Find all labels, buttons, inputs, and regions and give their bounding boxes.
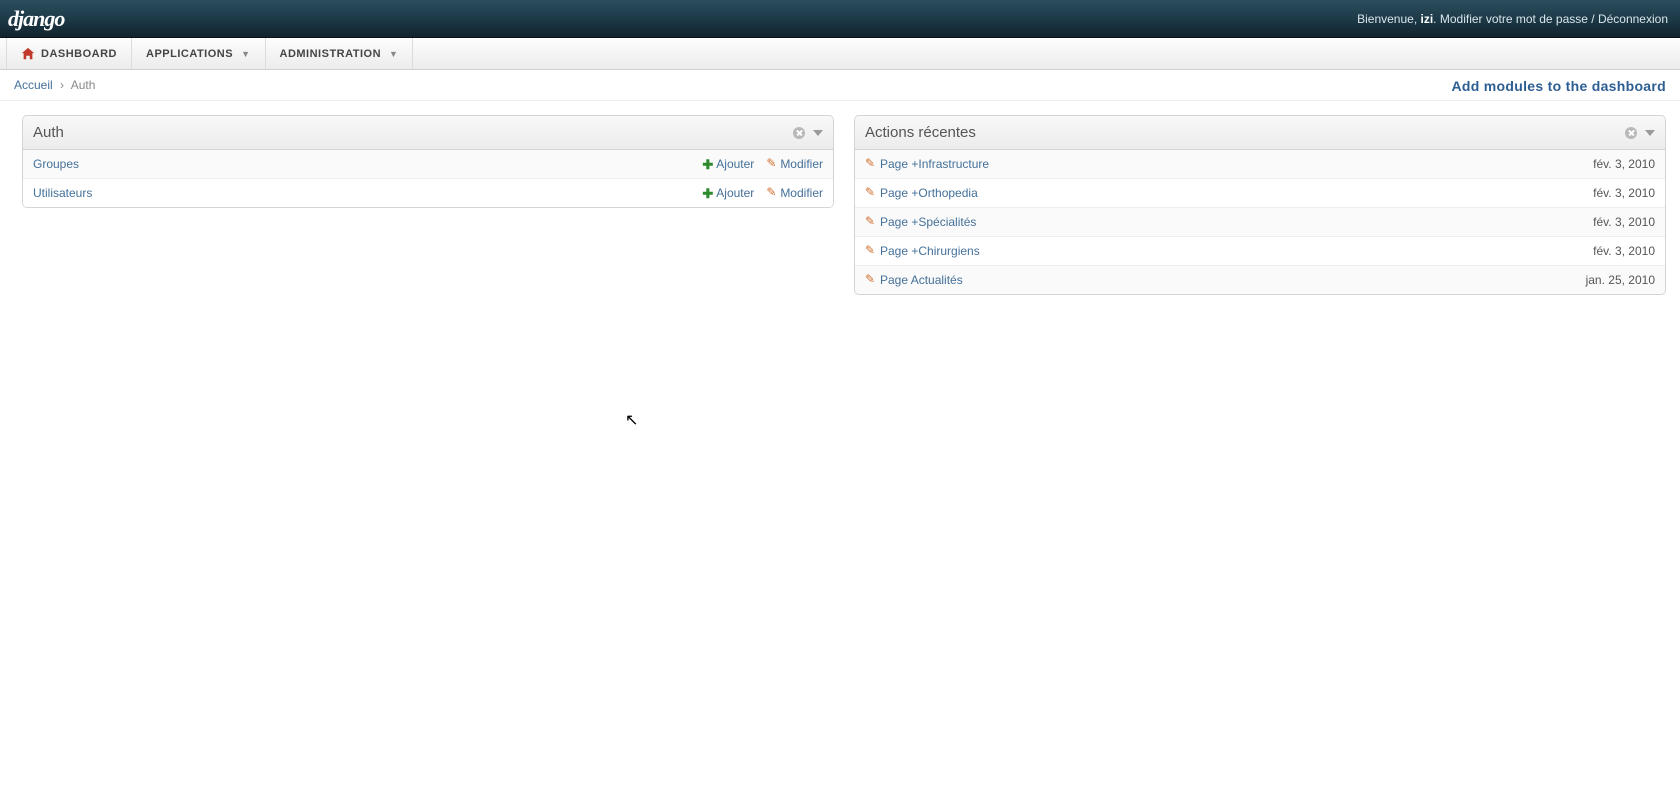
recent-item-link[interactable]: Page +Chirurgiens [880,244,980,258]
menu-applications-label: APPLICATIONS [146,48,233,60]
collapse-icon[interactable] [813,130,823,136]
recent-item-date: fév. 3, 2010 [1593,215,1655,229]
change-link[interactable]: Modifier [766,157,823,171]
auth-row: Groupes ✚Ajouter Modifier [23,150,833,179]
recent-item-date: fév. 3, 2010 [1593,186,1655,200]
recent-item-date: fév. 3, 2010 [1593,157,1655,171]
auth-module-tools [793,127,823,139]
pencil-icon [865,275,876,286]
main-menu: DASHBOARD APPLICATIONS ▼ ADMINISTRATION … [0,38,1680,70]
pencil-icon [865,188,876,199]
recent-item-date: fév. 3, 2010 [1593,244,1655,258]
column-right: Actions récentes Page +Infrastructure fé… [854,115,1666,295]
close-icon[interactable] [1625,127,1637,139]
plus-icon: ✚ [702,187,713,200]
greeting-prefix: Bienvenue, [1357,12,1420,26]
recent-module-body: Page +Infrastructure fév. 3, 2010 Page +… [855,150,1665,294]
chevron-down-icon: ▼ [241,49,250,59]
recent-item-date: jan. 25, 2010 [1586,273,1655,287]
add-link[interactable]: ✚Ajouter [702,157,754,171]
breadcrumb: Accueil › Auth [14,78,95,92]
menu-administration-label: ADMINISTRATION [280,48,382,60]
pencil-icon [865,246,876,257]
top-header: django Bienvenue, izi. Modifier votre mo… [0,0,1680,38]
menu-dashboard-label: DASHBOARD [41,48,117,60]
collapse-icon[interactable] [1645,130,1655,136]
recent-module-title: Actions récentes [865,124,976,141]
auth-module: Auth Groupes ✚Ajouter Modifier Utilisate… [22,115,834,208]
cursor-icon: ↖ [625,410,638,430]
recent-module-tools [1625,127,1655,139]
auth-module-head: Auth [23,116,833,150]
add-modules-link[interactable]: Add modules to the dashboard [1451,78,1666,94]
menu-administration[interactable]: ADMINISTRATION ▼ [266,38,414,69]
user-links: Bienvenue, izi. Modifier votre mot de pa… [1357,12,1668,26]
brand-logo: django [8,6,64,32]
change-password-link[interactable]: Modifier votre mot de passe [1440,12,1588,26]
breadcrumb-current: Auth [71,78,96,92]
home-icon [21,47,35,61]
recent-row: Page +Infrastructure fév. 3, 2010 [855,150,1665,179]
auth-module-body: Groupes ✚Ajouter Modifier Utilisateurs ✚… [23,150,833,207]
auth-row: Utilisateurs ✚Ajouter Modifier [23,179,833,207]
close-icon[interactable] [793,127,805,139]
change-label: Modifier [780,186,823,200]
add-label: Ajouter [716,186,754,200]
auth-item-link[interactable]: Groupes [33,157,79,171]
user-links-sep: / [1588,12,1598,26]
plus-icon: ✚ [702,158,713,171]
pencil-icon [865,159,876,170]
recent-row: Page +Chirurgiens fév. 3, 2010 [855,237,1665,266]
recent-row: Page +Orthopedia fév. 3, 2010 [855,179,1665,208]
recent-module: Actions récentes Page +Infrastructure fé… [854,115,1666,295]
menu-dashboard[interactable]: DASHBOARD [6,38,132,69]
recent-item-link[interactable]: Page +Orthopedia [880,186,978,200]
username: izi [1421,12,1434,26]
chevron-down-icon: ▼ [389,49,398,59]
pencil-icon [766,188,777,199]
breadcrumb-sep: › [60,78,64,92]
recent-row: Page +Spécialités fév. 3, 2010 [855,208,1665,237]
menu-applications[interactable]: APPLICATIONS ▼ [132,38,266,69]
breadcrumb-home[interactable]: Accueil [14,78,53,92]
change-label: Modifier [780,157,823,171]
auth-item-link[interactable]: Utilisateurs [33,186,92,200]
dashboard-columns: Auth Groupes ✚Ajouter Modifier Utilisate… [0,101,1680,295]
add-label: Ajouter [716,157,754,171]
recent-module-head: Actions récentes [855,116,1665,150]
auth-row-actions: ✚Ajouter Modifier [702,186,823,200]
pencil-icon [766,159,777,170]
add-link[interactable]: ✚Ajouter [702,186,754,200]
recent-item-link[interactable]: Page Actualités [880,273,963,287]
change-link[interactable]: Modifier [766,186,823,200]
auth-row-actions: ✚Ajouter Modifier [702,157,823,171]
recent-row: Page Actualités jan. 25, 2010 [855,266,1665,294]
auth-module-title: Auth [33,124,64,141]
recent-item-link[interactable]: Page +Spécialités [880,215,976,229]
column-left: Auth Groupes ✚Ajouter Modifier Utilisate… [22,115,834,295]
greeting-suffix: . [1433,12,1440,26]
logout-link[interactable]: Déconnexion [1598,12,1668,26]
sub-header: Accueil › Auth Add modules to the dashbo… [0,70,1680,101]
pencil-icon [865,217,876,228]
recent-item-link[interactable]: Page +Infrastructure [880,157,989,171]
